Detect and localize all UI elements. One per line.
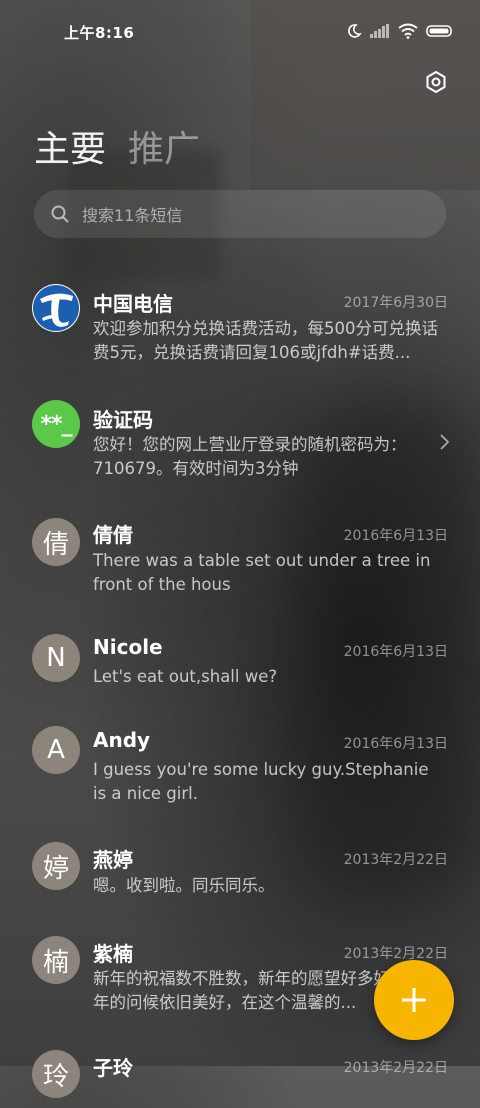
message-preview: 嗯。收到啦。同乐同乐。 bbox=[93, 876, 275, 895]
avatar: 楠 bbox=[32, 936, 80, 984]
message-preview: Let's eat out,shall we? bbox=[93, 667, 278, 686]
message-preview: 您好！您的网上营业厅登录的随机密码为：710679。有效时间为3分钟 bbox=[93, 435, 407, 478]
message-date: 2016年6月13日 bbox=[343, 528, 448, 544]
avatar: A bbox=[32, 726, 80, 774]
status-time: 上午8:16 bbox=[64, 24, 135, 42]
message-preview: I guess you're some lucky guy.Stephanie … bbox=[93, 760, 429, 803]
contact-name: Nicole bbox=[93, 635, 163, 659]
status-icons bbox=[346, 23, 454, 39]
contact-name: Andy bbox=[93, 728, 151, 752]
conversation-item[interactable]: 倩 倩倩 2016年6月13日 There was a table set ou… bbox=[0, 508, 480, 608]
search-icon bbox=[51, 205, 69, 223]
conversation-item[interactable]: N Nicole 2016年6月13日 Let's eat out,shall … bbox=[0, 624, 480, 704]
compose-button[interactable] bbox=[374, 960, 454, 1040]
signal-icon bbox=[370, 24, 389, 38]
moon-icon bbox=[348, 24, 362, 38]
contact-name: 验证码 bbox=[93, 408, 153, 432]
conversation-item[interactable]: A Andy 2016年6月13日 I guess you're some lu… bbox=[0, 724, 480, 824]
avatar: **_ bbox=[32, 400, 80, 448]
conversation-item[interactable]: 婷 燕婷 2013年2月22日 嗯。收到啦。同乐同乐。 bbox=[0, 838, 480, 918]
avatar: 倩 bbox=[32, 518, 80, 566]
contact-name: 燕婷 bbox=[93, 848, 133, 872]
conversation-item[interactable]: **_ 验证码 您好！您的网上营业厅登录的随机密码为：710679。有效时间为3… bbox=[0, 390, 480, 490]
avatar: 玲 bbox=[32, 1050, 80, 1098]
search-placeholder: 搜索11条短信 bbox=[82, 206, 183, 225]
china-telecom-logo-avatar bbox=[32, 284, 80, 332]
message-date: 2016年6月13日 bbox=[343, 644, 448, 660]
search-input[interactable]: 搜索11条短信 bbox=[34, 190, 446, 238]
contact-name: 子玲 bbox=[93, 1056, 133, 1080]
tab-bar: 主要 推广 bbox=[34, 120, 200, 172]
tab-primary[interactable]: 主要 bbox=[34, 120, 106, 172]
conversation-item[interactable]: 中国电信 2017年6月30日 欢迎参加积分兑换话费活动，每500分可兑换话费5… bbox=[0, 272, 480, 372]
china-telecom-logo-icon bbox=[33, 285, 79, 331]
tab-promotions[interactable]: 推广 bbox=[128, 120, 200, 172]
message-date: 2017年6月30日 bbox=[343, 295, 448, 311]
plus-icon bbox=[402, 988, 426, 1012]
wifi-icon bbox=[398, 23, 418, 39]
message-preview: There was a table set out under a tree i… bbox=[93, 551, 431, 594]
status-bar: 上午8:16 bbox=[0, 0, 480, 62]
message-date: 2013年2月22日 bbox=[343, 1060, 448, 1076]
avatar: N bbox=[32, 634, 80, 682]
contact-name: 倩倩 bbox=[93, 523, 133, 547]
message-date: 2013年2月22日 bbox=[343, 852, 448, 868]
contact-name: 中国电信 bbox=[93, 292, 173, 316]
message-preview: 欢迎参加积分兑换话费活动，每500分可兑换话费5元，兑换话费请回复106或jfd… bbox=[93, 319, 438, 362]
message-date: 2013年2月22日 bbox=[343, 946, 448, 962]
settings-icon[interactable] bbox=[424, 70, 448, 94]
avatar: 婷 bbox=[32, 842, 80, 890]
battery-icon bbox=[426, 25, 452, 37]
chevron-right-icon bbox=[440, 434, 450, 450]
contact-name: 紫楠 bbox=[93, 942, 133, 966]
conversation-item[interactable]: 玲 子玲 2013年2月22日 bbox=[0, 1048, 480, 1108]
message-date: 2016年6月13日 bbox=[343, 736, 448, 752]
